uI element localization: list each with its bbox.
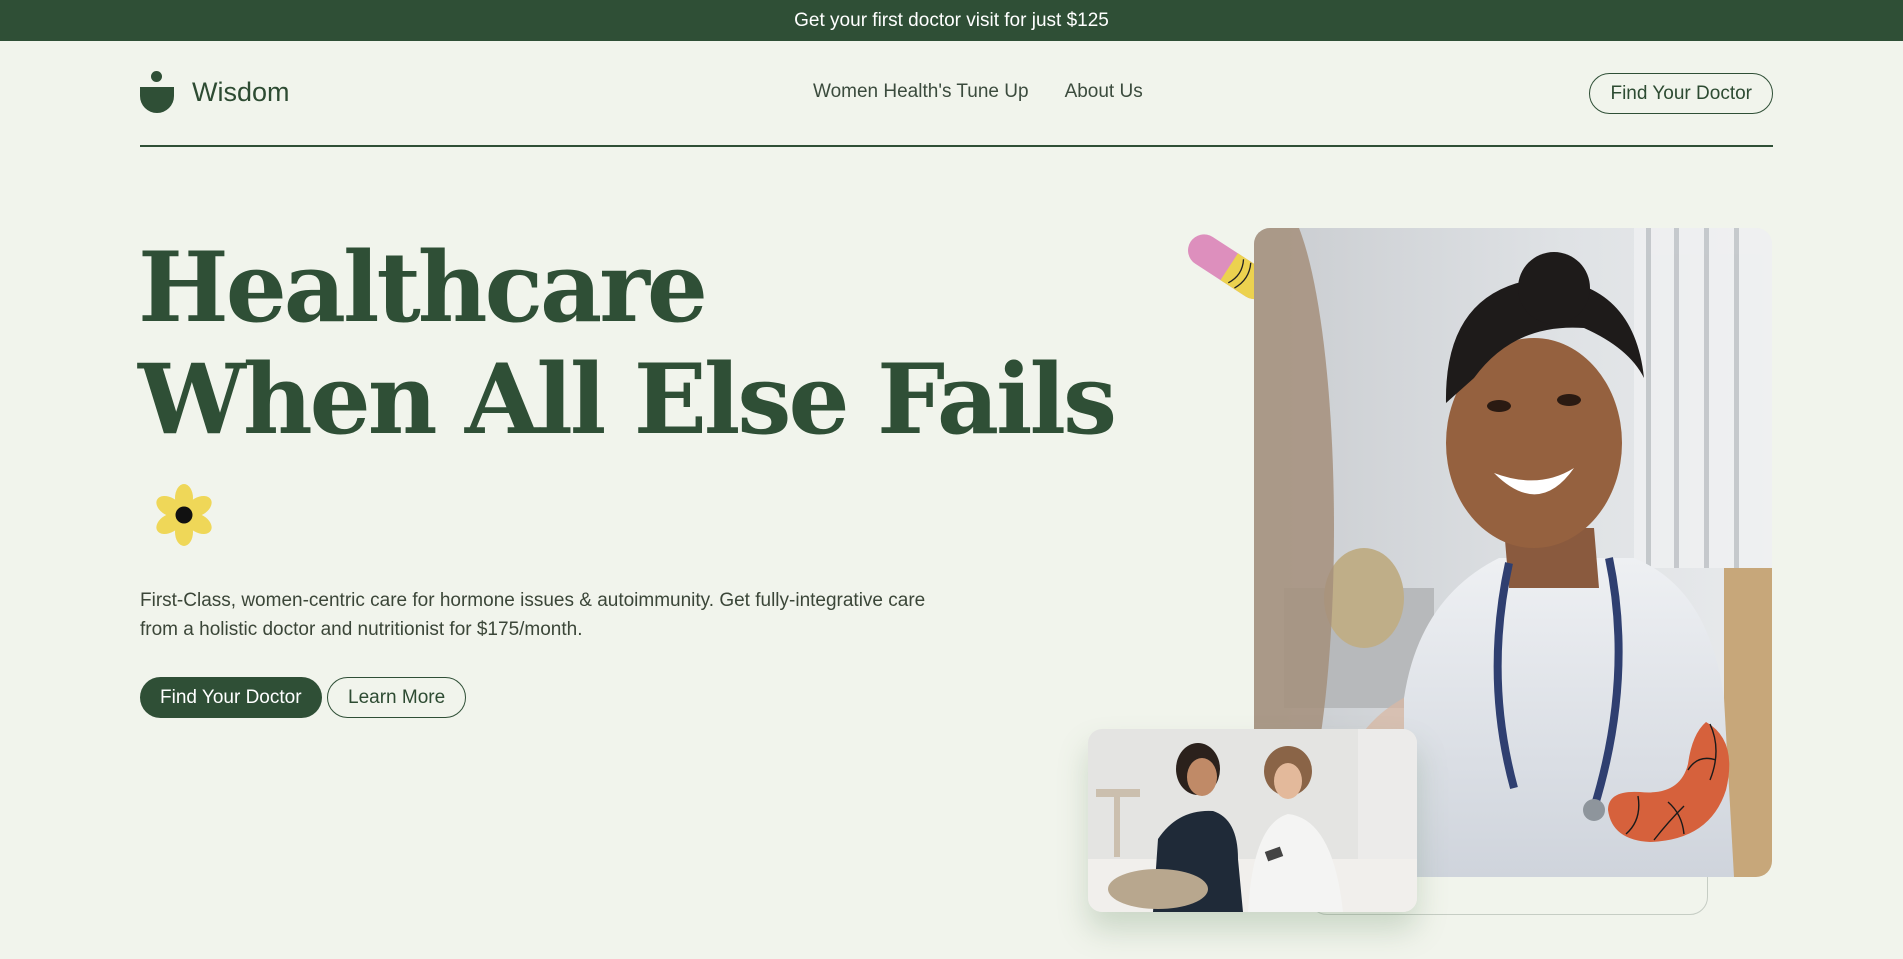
- nav-links: Women Health's Tune Up About Us: [813, 81, 1143, 103]
- announcement-bar: Get your first doctor visit for just $12…: [0, 0, 1903, 41]
- nav-link-about-us[interactable]: About Us: [1065, 81, 1143, 103]
- hero-title: Healthcare When All Else Fails: [138, 231, 1117, 456]
- hero-title-line-1: Healthcare: [138, 231, 708, 344]
- hero-description: First-Class, women-centric care for horm…: [140, 590, 926, 640]
- patients-photo: [1088, 729, 1417, 912]
- wisdom-logo-icon: [140, 71, 174, 113]
- announcement-text: Get your first doctor visit for just $12…: [794, 9, 1109, 31]
- nav-link-tune-up[interactable]: Women Health's Tune Up: [813, 81, 1029, 103]
- hero-title-line-2: When All Else Fails: [138, 343, 1117, 456]
- top-navigation: Wisdom Women Health's Tune Up About Us F…: [140, 41, 1773, 147]
- brand-name: Wisdom: [192, 76, 290, 107]
- brand-logo[interactable]: Wisdom: [140, 71, 290, 113]
- learn-more-button[interactable]: Learn More: [327, 677, 467, 718]
- nav-find-doctor-button[interactable]: Find Your Doctor: [1589, 73, 1773, 114]
- flower-icon: [156, 484, 212, 546]
- squiggle-decoration-icon: [1608, 722, 1730, 842]
- find-doctor-button[interactable]: Find Your Doctor: [140, 677, 322, 718]
